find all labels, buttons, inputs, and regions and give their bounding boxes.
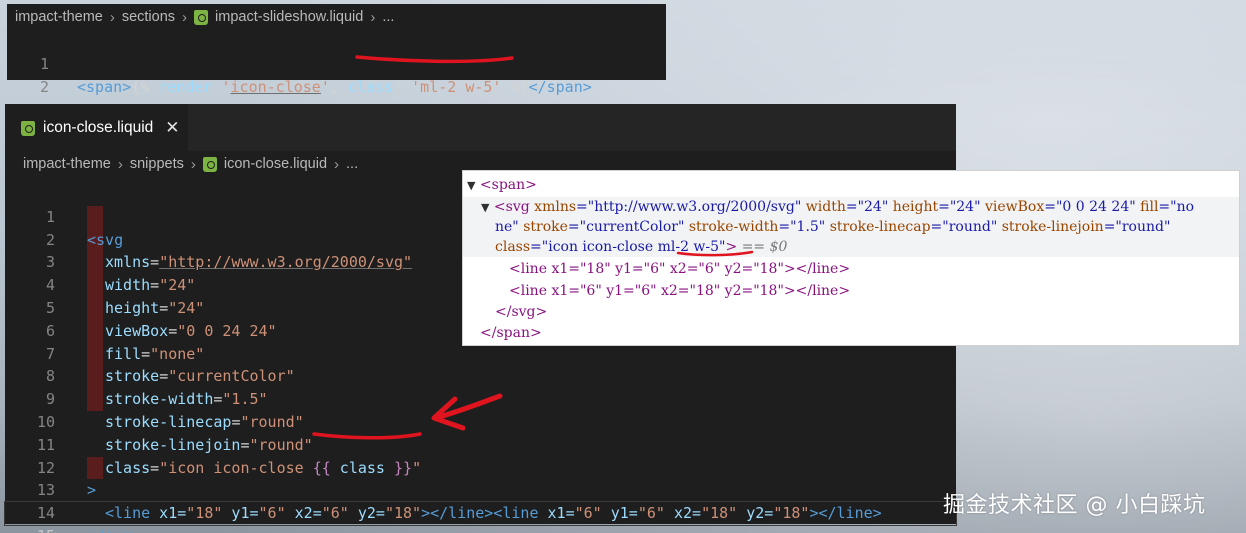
chevron-right-icon: › xyxy=(370,8,376,26)
chevron-right-icon: › xyxy=(182,8,188,26)
code-line[interactable]: 10 stroke-linejoin="round" xyxy=(5,388,956,454)
breadcrumb-item[interactable]: impact-slideshow.liquid xyxy=(215,9,363,25)
dom-node-line[interactable]: <line x1="18" y1="6" x2="6" y2="18"></li… xyxy=(509,259,850,279)
dom-node-span[interactable]: ▼ <span> xyxy=(467,175,537,195)
breadcrumb-item[interactable]: ... xyxy=(346,156,358,172)
dom-node-svg-class[interactable]: class="icon icon-close ml-2 w-5"> == $0 xyxy=(463,237,1239,257)
tab-icon-close-liquid[interactable]: icon-close.liquid ✕ xyxy=(5,104,188,151)
code-line[interactable]: 1 <span>{% render 'icon-close', class: '… xyxy=(7,30,666,96)
breadcrumb-item[interactable]: icon-close.liquid xyxy=(224,156,327,172)
dom-node-span-close[interactable]: </span> xyxy=(480,323,542,343)
breadcrumb-item[interactable]: impact-theme xyxy=(23,156,111,172)
shopify-liquid-icon xyxy=(202,156,217,172)
tab-label: icon-close.liquid xyxy=(43,119,154,136)
triangle-down-icon[interactable]: ▼ xyxy=(467,179,475,192)
current-code-line[interactable]: 15 xyxy=(4,501,957,533)
code-line[interactable]: 12 > xyxy=(5,434,956,500)
triangle-down-icon[interactable]: ▼ xyxy=(481,201,489,214)
tab-bar: icon-close.liquid ✕ xyxy=(5,104,956,151)
dom-node-svg-wrap[interactable]: ne" stroke="currentColor" stroke-width="… xyxy=(463,217,1239,237)
dom-node-svg-close[interactable]: </svg> xyxy=(495,302,547,322)
code-line[interactable]: 11 class="icon icon-close {{ class }}" xyxy=(5,411,956,477)
breadcrumb: impact-theme › sections › impact-slidesh… xyxy=(7,4,666,30)
shopify-liquid-icon xyxy=(194,9,209,25)
chevron-right-icon: › xyxy=(334,155,340,173)
code-line[interactable]: 2 xyxy=(7,53,666,96)
code-line[interactable]: 13 <line x1="18" y1="6" x2="6" y2="18"><… xyxy=(5,457,956,522)
breadcrumb-item[interactable]: sections xyxy=(122,9,175,25)
line-number: 15 xyxy=(5,525,55,533)
chevron-right-icon: › xyxy=(117,155,123,173)
dom-node-line[interactable]: <line x1="6" y1="6" x2="18" y2="18"></li… xyxy=(509,281,850,301)
chevron-right-icon: › xyxy=(190,155,196,173)
breadcrumb-item[interactable]: snippets xyxy=(130,156,184,172)
breadcrumb-item[interactable]: impact-theme xyxy=(15,9,103,25)
code-text: </svg> xyxy=(87,525,141,533)
devtools-elements-panel: ▼ <span> ▼ <svg xmlns="http://www.w3.org… xyxy=(462,170,1240,346)
breadcrumb-item[interactable]: ... xyxy=(382,9,394,25)
top-editor: impact-theme › sections › impact-slidesh… xyxy=(7,4,666,96)
code-line[interactable]: 14 </svg> xyxy=(5,479,956,533)
close-icon[interactable]: ✕ xyxy=(165,118,179,138)
code-text: <span>{% render 'icon-close', class: 'ml… xyxy=(77,78,592,96)
watermark: 掘金技术社区 @ 小白踩坑 xyxy=(943,493,1206,518)
chevron-right-icon: › xyxy=(109,8,115,26)
line-number: 2 xyxy=(39,78,49,96)
dom-node-svg-selected[interactable]: ▼ <svg xmlns="http://www.w3.org/2000/svg… xyxy=(463,197,1239,217)
code-line[interactable]: 9 stroke-linecap="round" xyxy=(5,365,956,431)
shopify-liquid-icon xyxy=(21,120,35,136)
